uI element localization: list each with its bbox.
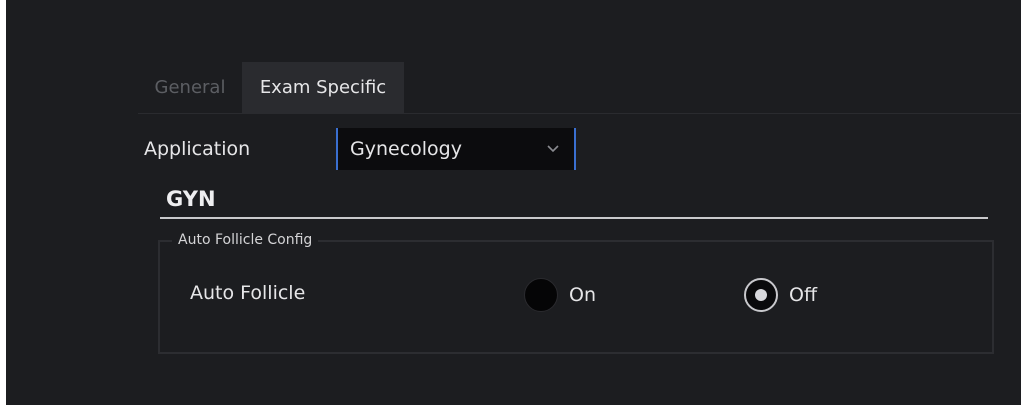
- application-select[interactable]: Gynecology: [336, 128, 576, 170]
- radio-on-label: On: [569, 284, 596, 306]
- tab-bar: General Exam Specific: [138, 62, 404, 113]
- tab-exam-specific[interactable]: Exam Specific: [242, 62, 404, 113]
- group-legend: Auto Follicle Config: [172, 232, 319, 248]
- chevron-down-icon: [546, 140, 560, 154]
- radio-on-circle[interactable]: [524, 278, 558, 312]
- radio-off-label: Off: [789, 284, 818, 306]
- settings-panel: General Exam Specific Application Gyneco…: [6, 0, 1021, 405]
- radio-on[interactable]: On: [524, 278, 596, 312]
- application-label: Application: [144, 138, 251, 160]
- radio-off-circle[interactable]: [744, 278, 778, 312]
- radio-selected-dot: [755, 289, 767, 301]
- section-divider: [160, 217, 988, 219]
- auto-follicle-label: Auto Follicle: [190, 282, 306, 304]
- tab-divider: [138, 113, 1021, 114]
- radio-off[interactable]: Off: [744, 278, 817, 312]
- tab-general[interactable]: General: [138, 62, 242, 113]
- application-select-value: Gynecology: [350, 138, 462, 160]
- section-title: GYN: [166, 187, 216, 211]
